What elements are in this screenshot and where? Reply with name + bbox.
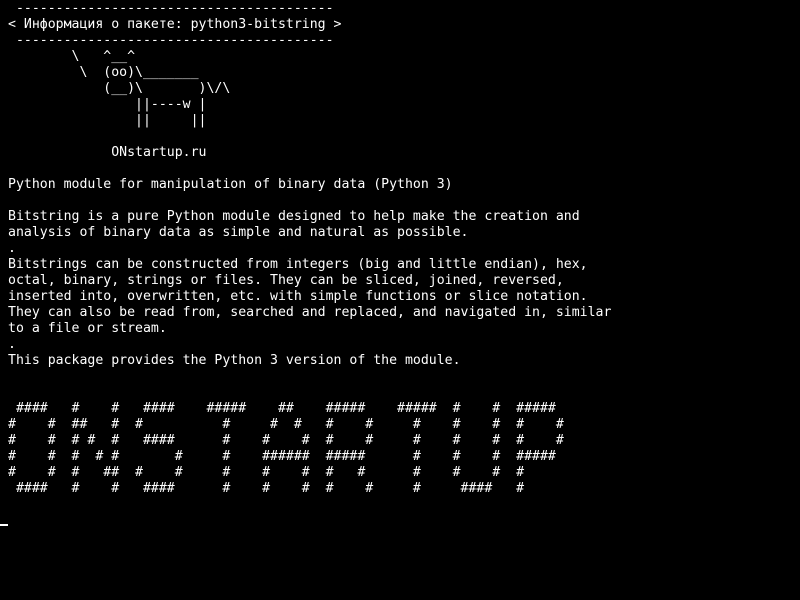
terminal-line: . bbox=[8, 241, 16, 256]
terminal-line: # # ## # # # # # # # # # # # # bbox=[8, 417, 564, 432]
terminal-line: They can also be read from, searched and… bbox=[8, 305, 612, 320]
terminal-line: (__)\ )\/\ bbox=[8, 81, 231, 96]
terminal-line: ONstartup.ru bbox=[8, 145, 207, 160]
terminal-line: Bitstrings can be constructed from integ… bbox=[8, 257, 588, 272]
terminal-window[interactable]: ----------------------------------------… bbox=[0, 0, 800, 600]
terminal-line: analysis of binary data as simple and na… bbox=[8, 225, 469, 240]
terminal-line: ---------------------------------------- bbox=[8, 33, 334, 48]
terminal-line: inserted into, overwritten, etc. with si… bbox=[8, 289, 588, 304]
terminal-line: < Информация о пакете: python3-bitstring… bbox=[8, 17, 342, 32]
terminal-line: # # # ## # # # # # # # # # # # bbox=[8, 465, 525, 480]
terminal-line: # # # # # #### # # # # # # # # # # bbox=[8, 433, 564, 448]
terminal-cursor bbox=[0, 524, 8, 526]
terminal-line: octal, binary, strings or files. They ca… bbox=[8, 273, 564, 288]
terminal-output: ----------------------------------------… bbox=[8, 1, 611, 497]
terminal-line: . bbox=[8, 337, 16, 352]
terminal-line: || || bbox=[8, 113, 207, 128]
terminal-line: Bitstring is a pure Python module design… bbox=[8, 209, 580, 224]
terminal-line: to a file or stream. bbox=[8, 321, 167, 336]
terminal-line: \ (oo)\_______ bbox=[8, 65, 199, 80]
terminal-line: #### # # #### # # # # # # #### # bbox=[8, 481, 525, 496]
terminal-line: \ ^__^ bbox=[8, 49, 136, 64]
terminal-line: This package provides the Python 3 versi… bbox=[8, 353, 461, 368]
terminal-line: Python module for manipulation of binary… bbox=[8, 177, 453, 192]
terminal-line: #### # # #### ##### ## ##### ##### # # #… bbox=[8, 401, 556, 416]
terminal-line: # # # # # # # ###### ##### # # # ##### bbox=[8, 449, 556, 464]
terminal-line: ||----w | bbox=[8, 97, 207, 112]
terminal-line: ---------------------------------------- bbox=[8, 1, 334, 16]
